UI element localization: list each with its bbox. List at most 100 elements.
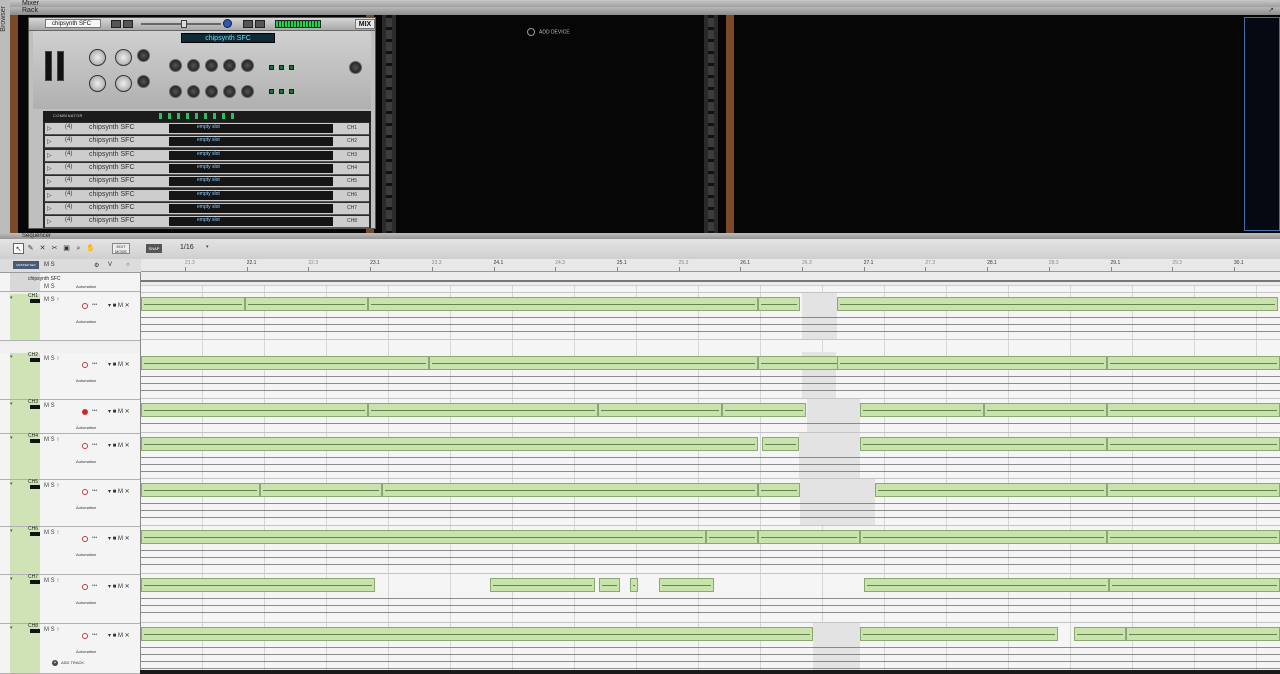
macro-knob[interactable] bbox=[187, 85, 200, 98]
expand-toggle-icon[interactable]: ▾ bbox=[10, 435, 13, 441]
note-clip[interactable] bbox=[1107, 483, 1280, 497]
note-clip[interactable] bbox=[141, 356, 429, 370]
green-toggle[interactable] bbox=[269, 65, 274, 70]
mute-solo-buttons[interactable]: M S ↑ bbox=[44, 483, 59, 489]
macro-knob[interactable] bbox=[169, 59, 182, 72]
green-toggle[interactable] bbox=[279, 65, 284, 70]
expand-toggle-icon[interactable]: ▾ bbox=[10, 528, 13, 534]
expand-toggle-icon[interactable]: ▾ bbox=[10, 354, 13, 360]
mute-tool-icon[interactable]: ▣ bbox=[61, 243, 72, 254]
automation-label[interactable]: Automation bbox=[76, 378, 96, 383]
note-clip[interactable] bbox=[1107, 437, 1280, 451]
add-device-hint[interactable]: ADD DEVICE bbox=[527, 28, 570, 36]
note-clip[interactable] bbox=[875, 483, 1107, 497]
note-clip[interactable] bbox=[1074, 627, 1126, 641]
detach-icon[interactable]: ↗ bbox=[1268, 7, 1274, 15]
combinator-row[interactable]: ▷ (4) chipsynth SFC empty slot CH2 bbox=[45, 136, 369, 149]
master-knob[interactable] bbox=[349, 61, 362, 74]
master-section-button[interactable]: MASTER SEC bbox=[13, 261, 39, 269]
macro-knob[interactable] bbox=[241, 85, 254, 98]
macro-knob[interactable] bbox=[223, 59, 236, 72]
note-clip[interactable] bbox=[245, 297, 368, 311]
lane-controls[interactable]: ▾ ■ M ✕ bbox=[108, 302, 130, 309]
note-clip[interactable] bbox=[860, 627, 1058, 641]
mute-solo-buttons[interactable]: M S ↑ bbox=[44, 578, 59, 584]
pan-knob[interactable] bbox=[223, 19, 232, 28]
lane-controls[interactable]: ▾ ■ M ✕ bbox=[108, 632, 130, 639]
track-lane[interactable] bbox=[141, 399, 1280, 433]
automation-curve[interactable] bbox=[141, 272, 1280, 286]
note-clip[interactable] bbox=[706, 530, 758, 544]
snap-value[interactable]: 1/16 bbox=[180, 244, 194, 251]
macro-knob[interactable] bbox=[241, 59, 254, 72]
macro-knob[interactable] bbox=[169, 85, 182, 98]
mute-solo-buttons[interactable]: M S bbox=[44, 403, 55, 409]
track-header[interactable]: ▾ CH1 M S ↑ ••• ▾ ■ M ✕ Automation bbox=[0, 293, 140, 341]
expand-toggle-icon[interactable]: ▾ bbox=[10, 401, 13, 407]
macro-knob[interactable] bbox=[187, 59, 200, 72]
expand-toggle-icon[interactable]: ▾ bbox=[10, 625, 13, 631]
lane-menu-icon[interactable]: ••• bbox=[92, 442, 97, 448]
button-knob[interactable] bbox=[137, 49, 150, 62]
note-clip[interactable] bbox=[260, 483, 382, 497]
play-icon[interactable]: ▷ bbox=[47, 138, 52, 145]
green-toggle[interactable] bbox=[289, 89, 294, 94]
note-clip[interactable] bbox=[758, 297, 800, 311]
combinator-row[interactable]: ▷ (4) chipsynth SFC empty slot CH8 bbox=[45, 216, 369, 229]
volume-fader-handle[interactable] bbox=[181, 20, 187, 28]
lane-controls[interactable]: ▾ ■ M ✕ bbox=[108, 408, 130, 415]
mixer-panel-bar[interactable]: Mixer bbox=[10, 0, 1280, 7]
note-clip[interactable] bbox=[758, 530, 860, 544]
track-lane[interactable] bbox=[141, 526, 1280, 574]
rack-minimap[interactable] bbox=[1244, 17, 1280, 231]
combinator-row[interactable]: ▷ (4) chipsynth SFC empty slot CH6 bbox=[45, 189, 369, 202]
combinator-row[interactable]: ▷ (4) chipsynth SFC empty slot CH1 bbox=[45, 123, 369, 135]
macro-knob[interactable] bbox=[205, 59, 218, 72]
lane-menu-icon[interactable]: ••• bbox=[92, 488, 97, 494]
note-clip[interactable] bbox=[630, 578, 638, 592]
mute-button[interactable] bbox=[123, 20, 133, 28]
combinator-row[interactable]: ▷ (4) chipsynth SFC empty slot CH7 bbox=[45, 202, 369, 215]
rotary-knob[interactable] bbox=[115, 75, 132, 92]
play-icon[interactable]: ▷ bbox=[47, 205, 52, 212]
button-knob[interactable] bbox=[137, 75, 150, 88]
note-clip[interactable] bbox=[1107, 530, 1280, 544]
record-enable-button[interactable] bbox=[82, 362, 88, 368]
expand-toggle-icon[interactable]: ▾ bbox=[10, 295, 13, 301]
track-header[interactable]: ▾ CH8 M S ↑ ••• ▾ ■ M ✕ Automation bbox=[0, 623, 140, 674]
note-clip[interactable] bbox=[598, 403, 722, 417]
mute-solo-buttons[interactable]: M S ↑ bbox=[44, 627, 59, 633]
chevron-down-icon[interactable]: ▾ bbox=[206, 244, 209, 250]
play-icon[interactable]: ▷ bbox=[47, 165, 52, 172]
expand-toggle-icon[interactable]: ▾ bbox=[10, 576, 13, 582]
note-clip[interactable] bbox=[1107, 356, 1280, 370]
snap-toggle-button[interactable]: SNAP bbox=[146, 244, 162, 253]
header-settings-icon[interactable]: ⚙ bbox=[94, 262, 99, 269]
play-icon[interactable]: ▷ bbox=[47, 192, 52, 199]
note-clip[interactable] bbox=[758, 356, 840, 370]
record-button[interactable] bbox=[255, 20, 265, 28]
note-clip[interactable] bbox=[860, 403, 984, 417]
play-icon[interactable]: ▷ bbox=[47, 218, 52, 225]
combinator-row[interactable]: ▷ (4) chipsynth SFC empty slot CH5 bbox=[45, 176, 369, 189]
record-enable-button[interactable] bbox=[82, 536, 88, 542]
note-clip[interactable] bbox=[984, 403, 1107, 417]
play-icon[interactable]: ▷ bbox=[47, 125, 52, 132]
note-clip[interactable] bbox=[490, 578, 595, 592]
automation-label[interactable]: Automation bbox=[76, 459, 96, 464]
note-clip[interactable] bbox=[1126, 627, 1280, 641]
mix-channel-badge[interactable]: MIX bbox=[355, 19, 375, 29]
macro-knob[interactable] bbox=[223, 85, 236, 98]
track-header[interactable]: ▾ CH5 M S ↑ ••• ▾ ■ M ✕ Automation bbox=[0, 479, 140, 527]
record-enable-button[interactable] bbox=[82, 443, 88, 449]
note-clip[interactable] bbox=[141, 578, 375, 592]
note-clip[interactable] bbox=[368, 297, 758, 311]
rack-panel-bar[interactable]: Rack ↗ bbox=[10, 7, 1280, 15]
green-toggle[interactable] bbox=[279, 89, 284, 94]
mute-solo-buttons[interactable]: M S ↑ bbox=[44, 437, 59, 443]
track-lane[interactable] bbox=[141, 433, 1280, 479]
rotary-knob[interactable] bbox=[89, 75, 106, 92]
track-header[interactable]: ▾ CH2 M S ↑ ••• ▾ ■ M ✕ Automation bbox=[0, 352, 140, 400]
rotary-knob[interactable] bbox=[89, 49, 106, 66]
solo-button[interactable] bbox=[243, 20, 253, 28]
